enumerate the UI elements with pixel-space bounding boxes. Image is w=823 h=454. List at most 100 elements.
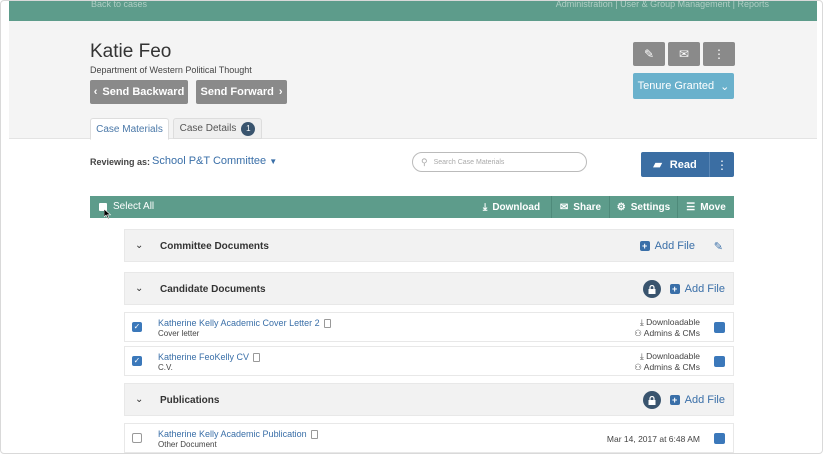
section-candidate-documents[interactable]: ⌄ Candidate Documents + Add File — [124, 272, 734, 305]
chevron-left-icon: ‹ — [93, 86, 98, 98]
read-label: Read — [669, 158, 697, 171]
bulk-action-toolbar: Select All ⤓ Download ✉ Share ⚙ Settings… — [90, 196, 734, 218]
lock-icon[interactable] — [643, 280, 661, 298]
file-title: Katherine Kelly Academic Cover Letter 2 — [158, 318, 320, 328]
move-button[interactable]: ☰ Move — [677, 196, 734, 218]
chevron-down-icon: ⌄ — [720, 80, 730, 93]
reviewing-as-label: Reviewing as: — [90, 157, 151, 167]
candidate-department: Department of Western Political Thought — [90, 65, 252, 75]
access-label: Admins & CMs — [643, 328, 700, 338]
tenure-status-label: Tenure Granted — [637, 80, 715, 92]
edit-file-icon[interactable] — [714, 356, 725, 367]
file-permissions: ⤓ Downloadable ⚇ Admins & CMs — [634, 351, 700, 372]
plus-icon: + — [669, 284, 680, 294]
file-permissions: ⤓ Downloadable ⚇ Admins & CMs — [634, 317, 700, 338]
download-icon: ⤓ — [482, 201, 488, 213]
tab-case-materials[interactable]: Case Materials — [90, 118, 169, 140]
send-backward-button[interactable]: ‹ Send Backward — [90, 80, 188, 104]
file-type: Cover letter — [158, 329, 200, 338]
file-row[interactable]: ✓ Katherine Kelly Academic Cover Letter … — [124, 312, 734, 342]
pencil-icon[interactable]: ✎ — [714, 240, 723, 253]
app-window: Back to cases Administration | User & Gr… — [0, 0, 823, 454]
back-to-cases-link[interactable]: Back to cases — [91, 1, 147, 9]
search-icon: ⚲ — [421, 156, 428, 167]
file-checkbox[interactable]: ✓ — [132, 322, 142, 332]
access-label: Admins & CMs — [643, 362, 700, 372]
file-row[interactable]: ✓ Katherine FeoKelly CV C.V. ⤓ Downloada… — [124, 346, 734, 376]
add-file-label: Add File — [684, 394, 725, 406]
search-input[interactable]: ⚲ Search Case Materials — [412, 152, 587, 172]
edit-case-button[interactable]: ✎ — [633, 42, 665, 66]
plus-icon: + — [669, 395, 680, 405]
section-title: Committee Documents — [160, 241, 269, 252]
tenure-status-dropdown[interactable]: Tenure Granted ⌄ — [633, 73, 734, 99]
envelope-icon: ✉ — [559, 201, 569, 213]
share-label: Share — [573, 201, 602, 213]
kebab-icon: ⋮ — [713, 47, 725, 61]
select-all-label: Select All — [113, 201, 155, 212]
read-options-button[interactable]: ⋮ — [709, 152, 734, 177]
send-forward-label: Send Forward — [200, 86, 274, 98]
send-forward-button[interactable]: Send Forward › — [196, 80, 287, 104]
tab-label: Case Details — [179, 123, 237, 134]
section-committee-documents[interactable]: ⌄ Committee Documents + Add File ✎ — [124, 229, 734, 262]
add-file-button[interactable]: + Add File — [669, 283, 725, 295]
section-title: Candidate Documents — [160, 284, 266, 295]
file-type: C.V. — [158, 363, 173, 372]
document-icon — [253, 352, 261, 362]
email-button[interactable]: ✉ — [668, 42, 700, 66]
file-link[interactable]: Katherine FeoKelly CV — [158, 352, 261, 362]
section-publications[interactable]: ⌄ Publications + Add File — [124, 383, 734, 416]
candidate-name: Katie Feo — [90, 41, 172, 62]
edit-file-icon[interactable] — [714, 433, 725, 444]
file-checkbox[interactable]: ✓ — [132, 356, 142, 366]
download-label: Download — [492, 201, 541, 213]
envelope-icon: ✉ — [678, 47, 690, 61]
reviewing-as-value: School P&T Committee — [152, 155, 267, 167]
tab-label: Case Materials — [96, 123, 163, 135]
file-link[interactable]: Katherine Kelly Academic Publication — [158, 429, 318, 439]
kebab-icon: ⋮ — [716, 157, 728, 172]
settings-label: Settings — [630, 201, 671, 213]
add-file-label: Add File — [684, 283, 725, 295]
move-label: Move — [700, 201, 726, 213]
document-icon — [323, 318, 331, 328]
download-button[interactable]: ⤓ Download — [472, 196, 551, 218]
section-title: Publications — [160, 395, 220, 406]
add-file-label: Add File — [654, 240, 695, 252]
downloadable-label: Downloadable — [646, 317, 700, 327]
share-button[interactable]: ✉ Share — [551, 196, 609, 218]
mouse-cursor-icon — [104, 209, 111, 219]
book-icon: ▰ — [653, 159, 662, 171]
file-type: Other Document — [158, 440, 217, 449]
top-nav-links[interactable]: Administration | User & Group Management… — [556, 1, 769, 9]
file-link[interactable]: Katherine Kelly Academic Cover Letter 2 — [158, 318, 331, 328]
tab-case-details[interactable]: Case Details 1 — [173, 118, 262, 139]
add-file-button[interactable]: + Add File — [669, 394, 725, 406]
caret-down-icon: ▼ — [269, 157, 278, 166]
file-checkbox[interactable] — [132, 433, 142, 443]
send-backward-label: Send Backward — [102, 86, 185, 98]
document-icon — [310, 429, 318, 439]
chevron-down-icon[interactable]: ⌄ — [135, 394, 143, 405]
read-button-group: ▰ Read ⋮ — [641, 152, 734, 177]
count-badge: 1 — [241, 121, 256, 136]
search-placeholder: Search Case Materials — [433, 158, 505, 166]
file-row[interactable]: Katherine Kelly Academic Publication Oth… — [124, 423, 734, 453]
reviewing-as-dropdown[interactable]: School P&T Committee ▼ — [152, 155, 277, 167]
more-options-button[interactable]: ⋮ — [703, 42, 735, 66]
downloadable-label: Downloadable — [646, 351, 700, 361]
file-date: Mar 14, 2017 at 6:48 AM — [606, 434, 700, 444]
settings-button[interactable]: ⚙ Settings — [609, 196, 677, 218]
add-file-button[interactable]: + Add File — [639, 240, 695, 252]
chevron-right-icon: › — [278, 86, 283, 98]
edit-file-icon[interactable] — [714, 322, 725, 333]
gear-icon: ⚙ — [616, 201, 626, 213]
top-nav-bar: Back to cases Administration | User & Gr… — [9, 1, 817, 21]
move-icon: ☰ — [686, 201, 696, 213]
pencil-icon: ✎ — [643, 47, 655, 61]
lock-icon[interactable] — [643, 391, 661, 409]
read-button[interactable]: ▰ Read — [641, 158, 709, 172]
chevron-down-icon[interactable]: ⌄ — [135, 283, 143, 294]
chevron-down-icon[interactable]: ⌄ — [135, 240, 143, 251]
